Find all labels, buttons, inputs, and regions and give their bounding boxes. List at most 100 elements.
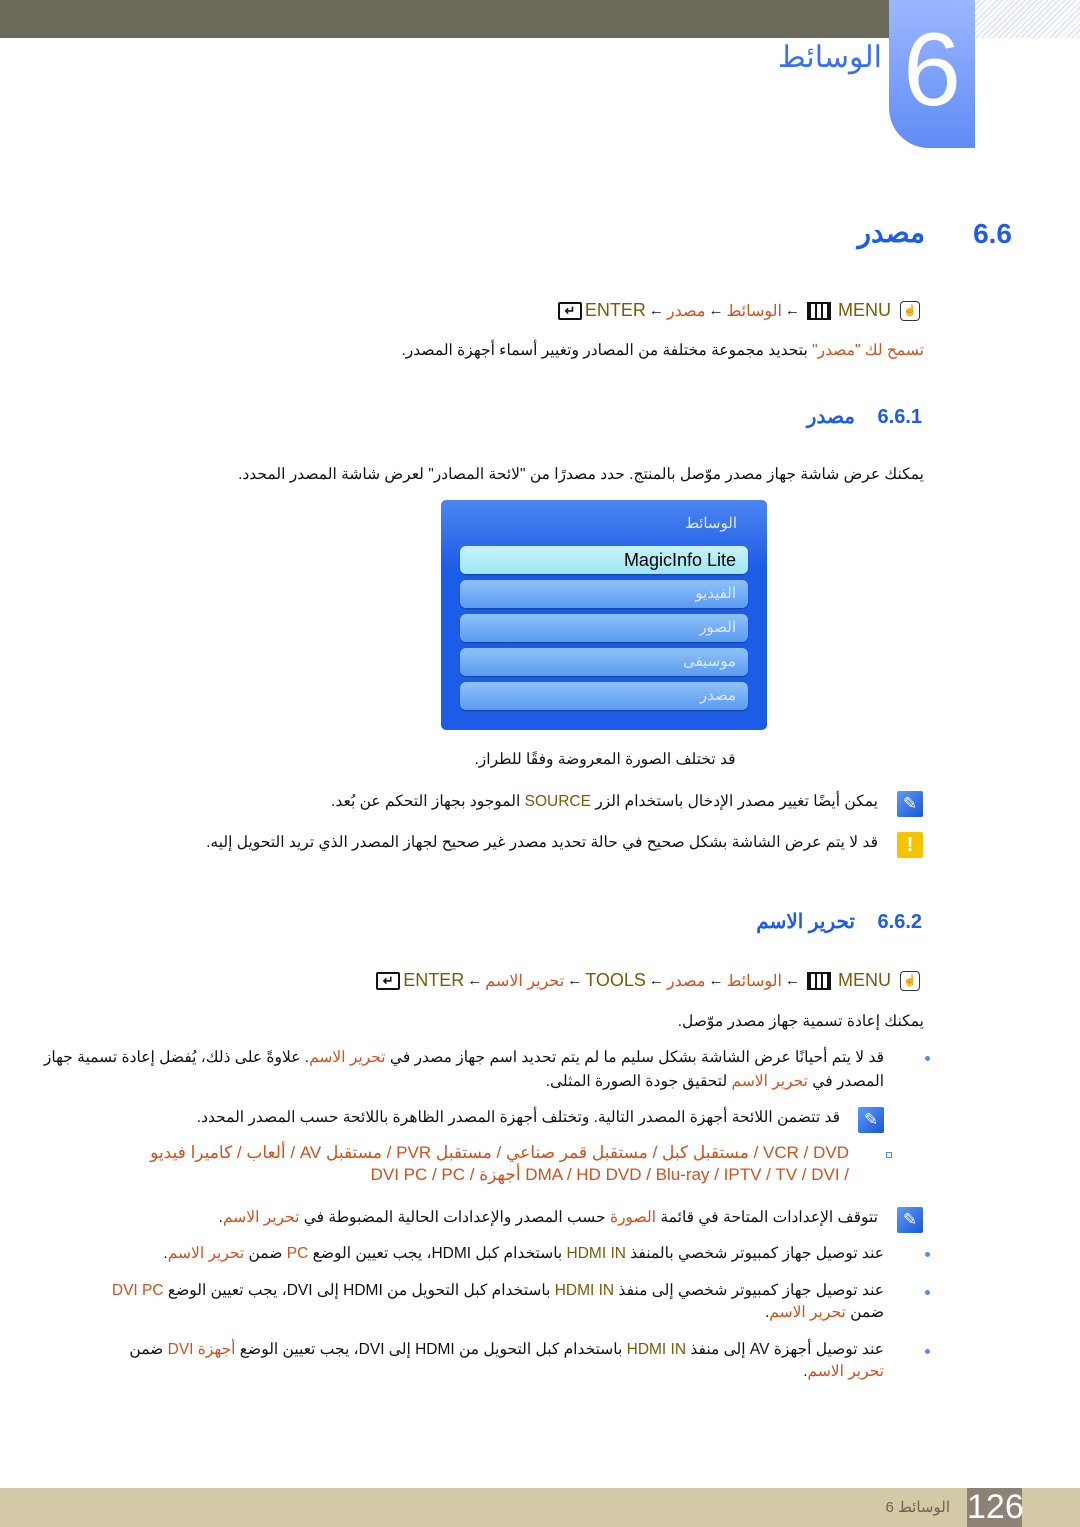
arrow: ←	[785, 972, 800, 989]
text-run: تحرير الاسم	[222, 1209, 300, 1226]
enter-key: ENTER	[403, 970, 465, 990]
note-icon: ✎	[858, 1107, 884, 1133]
text-run: عند توصيل أجهزة AV إلى منفذ	[686, 1341, 884, 1358]
device-list: / DMA / HD DVD / Blu-ray / IPTV / TV / D…	[371, 1165, 849, 1185]
menu-key: MENU	[838, 970, 891, 990]
arrow: ←	[467, 972, 483, 989]
bullet-text: ضمن تحرير الاسم.	[765, 1303, 884, 1322]
intro-text: تسمح لك "مصدر" بتحديد مجموعة مختلفة من ا…	[402, 341, 925, 360]
paragraph: يمكنك إعادة تسمية جهاز مصدر موّصل.	[678, 1012, 924, 1031]
warning-text: قد لا يتم عرض الشاشة بشكل صحيح في حالة ت…	[206, 833, 878, 852]
text-run: أجهزة DVI	[167, 1341, 236, 1358]
bullet	[925, 1056, 930, 1061]
text-run: بتحديد مجموعة مختلفة من المصادر وتغيير أ…	[401, 342, 813, 359]
note-text: يمكن أيضًا تغيير مصدر الإدخال باستخدام ا…	[331, 792, 878, 811]
chapter-number: 6	[889, 0, 975, 148]
text-run: قد لا يتم أحيانًا عرض الشاشة بشكل سليم م…	[385, 1049, 884, 1066]
section-number: 6.6	[973, 218, 1012, 249]
hand-icon: ☝	[900, 300, 920, 321]
bullet-text: تحرير الاسم.	[803, 1362, 884, 1381]
bullet	[925, 1349, 930, 1354]
menu-path: ☝ MENU ← الوسائط ← مصدر ← ENTER ↵	[557, 300, 920, 321]
sub-bullet	[886, 1152, 892, 1158]
path-source: مصدر	[666, 972, 706, 990]
text-run: تحرير الاسم	[167, 1245, 245, 1262]
arrow: ←	[785, 302, 800, 319]
header-bar	[0, 0, 889, 38]
text-run: يمكنك إعادة تسمية جهاز مصدر موّصل.	[677, 1013, 924, 1030]
paragraph: يمكنك عرض شاشة جهاز مصدر موّصل بالمنتج. …	[238, 465, 924, 484]
text-run: عند توصيل جهاز كمبيوتر شخصي بالمنفذ	[625, 1245, 884, 1262]
footer-chapter-label: الوسائط 6	[885, 1499, 950, 1516]
text-run: حسب المصدر والإعدادات الحالية المضبوطة ف…	[299, 1209, 610, 1226]
screen-item-source: مصدر	[460, 682, 748, 710]
image-caption: قد تختلف الصورة المعروضة وفقًا للطراز.	[474, 751, 736, 768]
text-run: تسمح لك "مصدر"	[812, 342, 924, 359]
device-list: VCR / DVD / مستقبل كبل / مستقبل قمر صناع…	[150, 1143, 849, 1163]
text-run: DVI PC	[111, 1282, 164, 1299]
menu-key: MENU	[838, 300, 891, 320]
enter-key: ENTER	[584, 300, 646, 320]
text-run: PC	[286, 1245, 309, 1262]
bullet-text: عند توصيل جهاز كمبيوتر شخصي إلى منفذ HDM…	[112, 1281, 884, 1300]
bullet	[925, 1252, 930, 1257]
text-run: باستخدام كبل HDMI، يجب تعيين الوضع	[308, 1245, 567, 1262]
text-run: لتحقيق جودة الصورة المثلى.	[545, 1073, 732, 1090]
bullet-text: عند توصيل أجهزة AV إلى منفذ HDMI IN باست…	[129, 1340, 884, 1359]
text-run: الموجود بجهاز التحكم عن بُعد.	[331, 793, 525, 810]
text-run: تحرير الاسم	[769, 1304, 846, 1321]
text-run: HDMI IN	[554, 1282, 615, 1299]
text-run: يمكن أيضًا تغيير مصدر الإدخال باستخدام ا…	[590, 793, 878, 810]
bullet-text: المصدر في تحرير الاسم لتحقيق جودة الصورة…	[546, 1072, 884, 1091]
text-run: SOURCE	[524, 793, 591, 810]
note-icon: ✎	[897, 1207, 923, 1233]
text-run: باستخدام كبل التحويل من HDMI إلى DVI، يج…	[235, 1341, 627, 1358]
text-run: تتوقف الإعدادات المتاحة في قائمة	[656, 1209, 878, 1226]
text-run: HDMI IN	[566, 1245, 626, 1262]
text-run: يمكنك عرض شاشة جهاز مصدر موّصل بالمنتج. …	[238, 466, 924, 483]
note-text: تتوقف الإعدادات المتاحة في قائمة الصورة …	[219, 1208, 878, 1227]
text-run: HDMI IN	[626, 1341, 687, 1358]
path-edit-name: تحرير الاسم	[485, 972, 565, 990]
bullet-text: قد لا يتم أحيانًا عرض الشاشة بشكل سليم م…	[44, 1048, 884, 1067]
subsection-title: تحرير الاسم	[756, 911, 855, 933]
subsection-number: 6.6.2	[877, 911, 922, 933]
header-pattern	[975, 0, 1080, 38]
text-run: VCR / DVD / مستقبل كبل / مستقبل قمر صناع…	[150, 1143, 849, 1162]
path-media: الوسائط	[726, 972, 782, 990]
hand-icon: ☝	[900, 970, 920, 991]
manual-page: 6 الوسائط 6.6 مصدر ☝ MENU ← الوسائط ← مص…	[0, 0, 1080, 1527]
text-run: تحرير الاسم	[807, 1363, 885, 1380]
screen-item-magicinfo: MagicInfo Lite	[460, 546, 748, 574]
bullet-text: عند توصيل جهاز كمبيوتر شخصي بالمنفذ HDMI…	[163, 1244, 884, 1263]
text-run: ضمن	[845, 1304, 884, 1321]
arrow: ←	[708, 972, 724, 989]
text-run: باستخدام كبل التحويل من HDMI إلى DVI، يج…	[163, 1282, 555, 1299]
tools-key: TOOLS	[585, 970, 646, 990]
section-title: مصدر	[857, 217, 926, 248]
text-run: ضمن	[244, 1245, 287, 1262]
warning-icon: !	[897, 832, 923, 858]
menu-path: ☝ MENU ← الوسائط ← مصدر ← TOOLS ← تحرير …	[376, 970, 920, 991]
text-run: تحرير الاسم	[309, 1049, 386, 1066]
screen-item-video: الفيديو	[460, 580, 748, 608]
text-run: الصورة	[609, 1209, 657, 1226]
text-run: / DMA / HD DVD / Blu-ray / IPTV / TV / D…	[370, 1165, 849, 1184]
bullet	[925, 1290, 930, 1295]
arrow: ←	[708, 302, 724, 319]
arrow: ←	[648, 972, 664, 989]
menu-icon	[807, 301, 831, 320]
text-run: . علاوةً على ذلك، يُفضل إعادة تسمية جهاز	[43, 1049, 310, 1066]
screen-item-music: موسيقى	[460, 648, 748, 676]
arrow: ←	[567, 972, 583, 989]
page-number: 126	[967, 1488, 1024, 1527]
subsection-title: مصدر	[806, 406, 855, 428]
text-run: عند توصيل جهاز كمبيوتر شخصي إلى منفذ	[614, 1282, 884, 1299]
enter-icon: ↵	[376, 971, 401, 990]
subsection-number: 6.6.1	[877, 406, 922, 428]
media-menu-screenshot: الوسائط MagicInfo Lite الفيديو الصور موس…	[441, 500, 767, 730]
note-text: قد تتضمن اللائحة أجهزة المصدر التالية. و…	[197, 1108, 840, 1127]
path-source: مصدر	[666, 302, 706, 320]
path-media: الوسائط	[726, 302, 782, 320]
text-run: المصدر في	[808, 1073, 884, 1090]
